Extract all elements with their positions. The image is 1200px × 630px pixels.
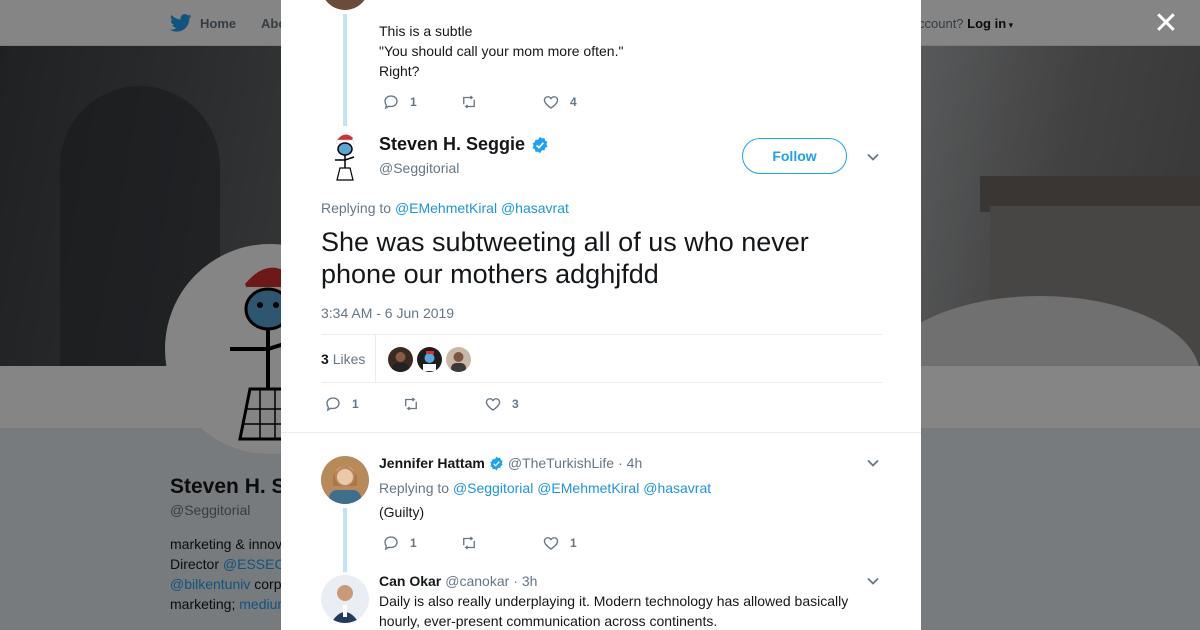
like-button[interactable]: 1	[542, 534, 577, 552]
chevron-down-icon[interactable]	[866, 456, 880, 475]
thread-line	[343, 14, 347, 126]
tweet-permalink-modal: This is a subtle "You should call your m…	[281, 0, 921, 630]
author-handle[interactable]: @Seggitorial	[379, 160, 459, 176]
heart-icon	[485, 398, 501, 411]
reply-icon	[384, 95, 398, 110]
divider	[281, 432, 921, 433]
like-button[interactable]: 4	[542, 93, 577, 111]
avatar[interactable]	[321, 0, 369, 10]
chevron-down-icon[interactable]	[866, 150, 880, 169]
chevron-down-icon[interactable]	[866, 574, 880, 593]
reply-author-name[interactable]: Can Okar	[379, 573, 441, 589]
verified-badge-icon	[490, 456, 503, 470]
heart-icon	[543, 537, 559, 550]
mention-link[interactable]: @Seggitorial	[453, 480, 533, 496]
avatar[interactable]	[321, 130, 369, 182]
reply-button[interactable]: 1	[382, 534, 460, 552]
mention-link[interactable]: @hasavrat	[501, 200, 569, 216]
likes-summary: 3 Likes	[321, 334, 882, 383]
reply-author-handle[interactable]: @canokar	[445, 573, 509, 589]
replying-to: Replying to @EMehmetKiral @hasavrat	[321, 200, 569, 216]
liker-avatar[interactable]	[388, 347, 413, 372]
verified-badge-icon	[532, 136, 548, 153]
reply-button[interactable]: 1	[324, 395, 402, 413]
heart-icon	[543, 96, 559, 109]
reply-time[interactable]: · 3h	[513, 573, 537, 589]
reply-text: (Guilty)	[379, 504, 425, 520]
follow-button[interactable]: Follow	[742, 138, 847, 174]
liker-avatar[interactable]	[446, 347, 471, 372]
author-name[interactable]: Steven H. Seggie	[379, 134, 549, 155]
previous-tweet-actions: 1 4	[382, 93, 577, 111]
reply-author-handle[interactable]: @TheTurkishLife	[508, 455, 614, 471]
tweet-actions: 1 3	[324, 395, 519, 413]
liker-avatar[interactable]	[417, 347, 442, 372]
reply-header: Can Okar @canokar · 3h	[379, 573, 537, 589]
reply-actions: 1 1	[382, 534, 577, 552]
mention-link[interactable]: @EMehmetKiral	[395, 200, 497, 216]
replying-to: Replying to @Seggitorial @EMehmetKiral @…	[379, 480, 712, 496]
reply-time[interactable]: · 4h	[618, 455, 642, 471]
tweet-timestamp[interactable]: 3:34 AM - 6 Jun 2019	[321, 305, 454, 321]
retweet-icon	[463, 95, 475, 109]
retweet-icon	[463, 536, 475, 550]
retweet-button[interactable]	[402, 395, 484, 413]
close-icon[interactable]: ✕	[1150, 8, 1182, 40]
previous-tweet-text: This is a subtle "You should call your m…	[379, 23, 624, 79]
thread-line	[343, 508, 347, 572]
mention-link[interactable]: @hasavrat	[643, 480, 711, 496]
reply-icon	[326, 397, 340, 412]
reply-button[interactable]: 1	[382, 93, 460, 111]
retweet-icon	[405, 397, 417, 411]
reply-header: Jennifer Hattam @TheTurkishLife · 4h	[379, 455, 642, 471]
retweet-button[interactable]	[460, 93, 542, 111]
avatar[interactable]	[321, 456, 369, 504]
retweet-button[interactable]	[460, 534, 542, 552]
like-button[interactable]: 3	[484, 395, 519, 413]
tweet-text: She was subtweeting all of us who never …	[321, 227, 809, 289]
avatar[interactable]	[321, 575, 369, 623]
likes-count[interactable]: 3 Likes	[321, 351, 365, 367]
mention-link[interactable]: @EMehmetKiral	[537, 480, 639, 496]
reply-icon	[384, 536, 398, 551]
reply-author-name[interactable]: Jennifer Hattam	[379, 455, 485, 471]
reply-text: Daily is also really underplaying it. Mo…	[379, 593, 849, 629]
